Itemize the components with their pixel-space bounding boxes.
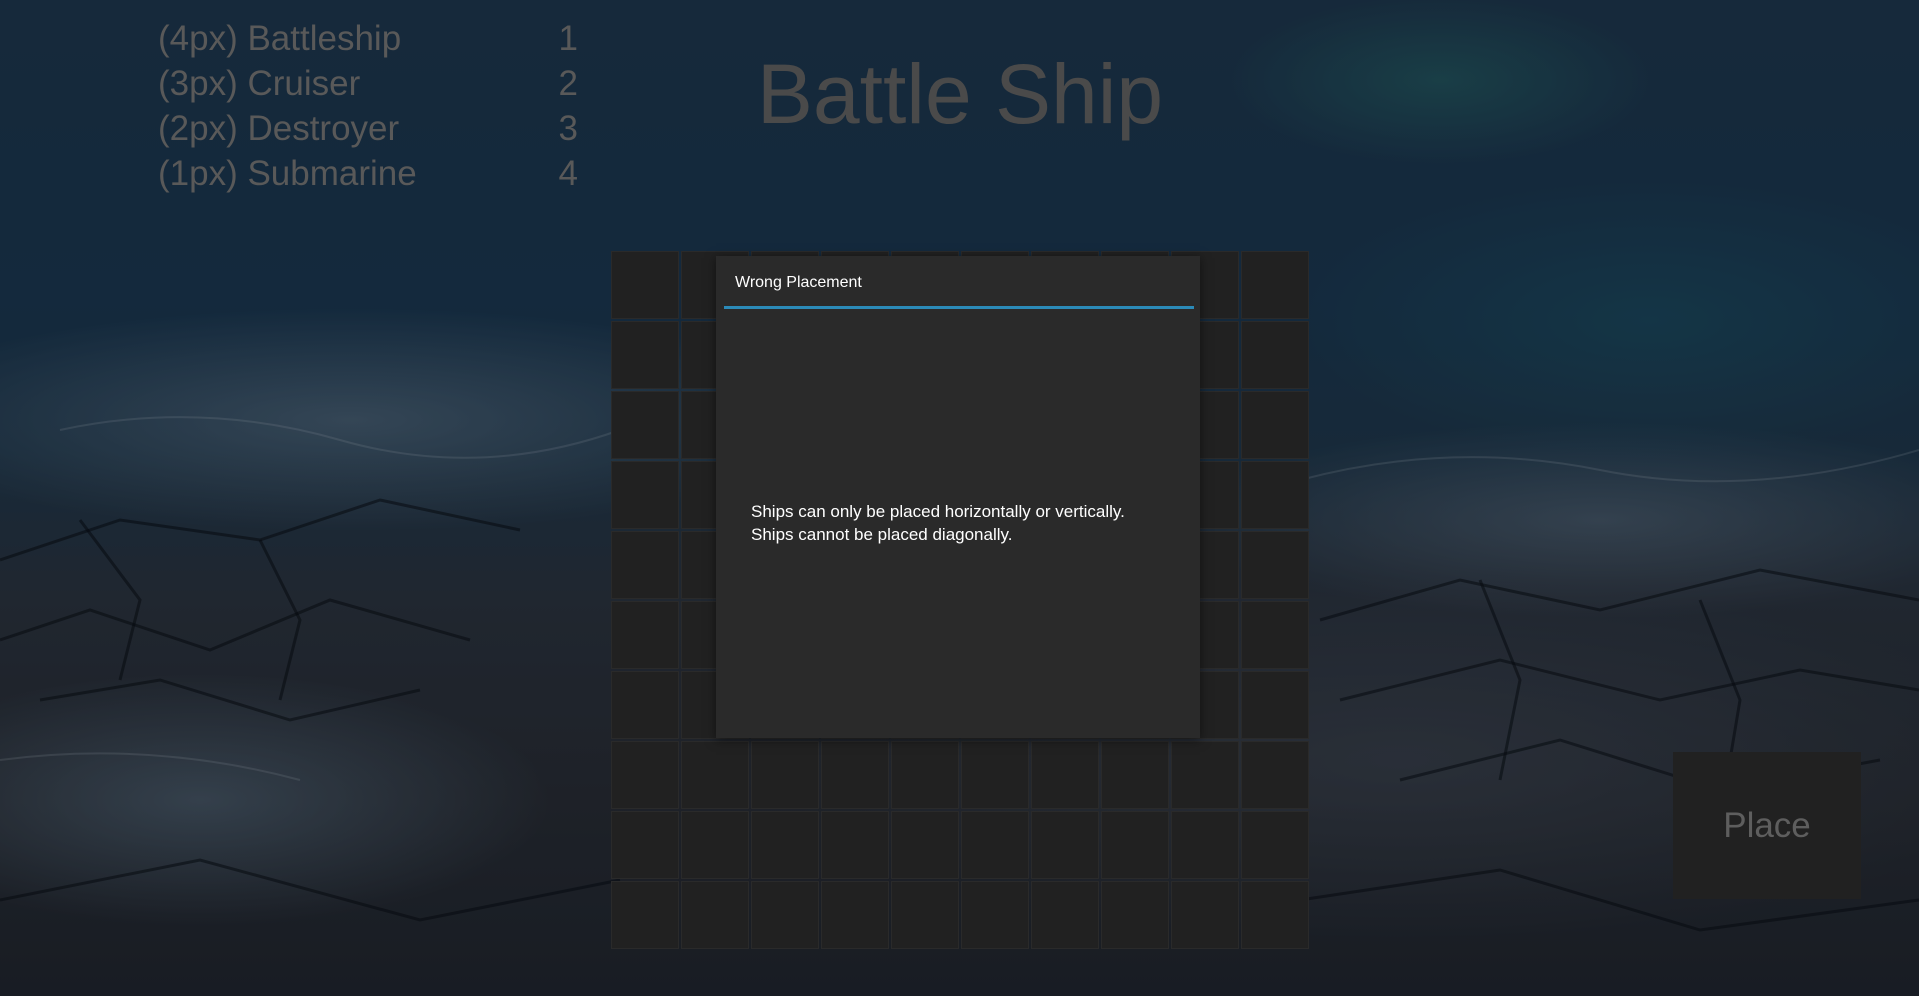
- board-cell[interactable]: [1031, 741, 1099, 809]
- board-cell[interactable]: [1241, 461, 1309, 529]
- board-cell[interactable]: [1241, 321, 1309, 389]
- board-cell[interactable]: [681, 881, 749, 949]
- place-button[interactable]: Place: [1673, 752, 1861, 899]
- board-cell[interactable]: [1101, 881, 1169, 949]
- ship-legend: (4px) Battleship 1 (3px) Cruiser 2 (2px)…: [158, 16, 578, 196]
- wrong-placement-dialog: Wrong Placement Ships can only be placed…: [716, 256, 1200, 738]
- board-cell[interactable]: [681, 741, 749, 809]
- ship-label: (3px) Cruiser: [158, 64, 361, 103]
- board-cell[interactable]: [611, 881, 679, 949]
- ship-count: 3: [558, 109, 578, 148]
- dialog-message-line: Ships cannot be placed diagonally.: [751, 525, 1013, 544]
- board-cell[interactable]: [821, 811, 889, 879]
- board-cell[interactable]: [961, 811, 1029, 879]
- board-cell[interactable]: [611, 251, 679, 319]
- game-title: Battle Ship: [756, 47, 1164, 141]
- board-cell[interactable]: [961, 881, 1029, 949]
- legend-row-destroyer: (2px) Destroyer 3: [158, 106, 578, 151]
- board-cell[interactable]: [891, 741, 959, 809]
- board-cell[interactable]: [1241, 601, 1309, 669]
- board-cell[interactable]: [751, 811, 819, 879]
- dialog-message-line: Ships can only be placed horizontally or…: [751, 502, 1125, 521]
- board-cell[interactable]: [611, 461, 679, 529]
- board-cell[interactable]: [821, 741, 889, 809]
- board-cell[interactable]: [1241, 391, 1309, 459]
- board-cell[interactable]: [1241, 671, 1309, 739]
- legend-row-submarine: (1px) Submarine 4: [158, 151, 578, 196]
- dialog-message: Ships can only be placed horizontally or…: [751, 500, 1191, 546]
- board-cell[interactable]: [1241, 251, 1309, 319]
- board-cell[interactable]: [1241, 531, 1309, 599]
- board-cell[interactable]: [1171, 881, 1239, 949]
- board-cell[interactable]: [681, 811, 749, 879]
- board-cell[interactable]: [961, 741, 1029, 809]
- board-cell[interactable]: [611, 531, 679, 599]
- board-cell[interactable]: [1241, 811, 1309, 879]
- dialog-title-separator: [724, 306, 1194, 309]
- dialog-title: Wrong Placement: [735, 274, 862, 291]
- board-cell[interactable]: [611, 741, 679, 809]
- board-cell[interactable]: [1171, 741, 1239, 809]
- board-cell[interactable]: [611, 321, 679, 389]
- board-cell[interactable]: [1241, 881, 1309, 949]
- board-cell[interactable]: [1101, 811, 1169, 879]
- game-screen: (4px) Battleship 1 (3px) Cruiser 2 (2px)…: [0, 0, 1919, 996]
- ship-count: 2: [558, 64, 578, 103]
- ship-count: 4: [558, 154, 578, 193]
- board-cell[interactable]: [751, 881, 819, 949]
- board-cell[interactable]: [1241, 741, 1309, 809]
- board-cell[interactable]: [611, 811, 679, 879]
- legend-row-cruiser: (3px) Cruiser 2: [158, 61, 578, 106]
- board-cell[interactable]: [751, 741, 819, 809]
- ship-label: (4px) Battleship: [158, 19, 402, 58]
- board-cell[interactable]: [821, 881, 889, 949]
- board-cell[interactable]: [891, 811, 959, 879]
- board-cell[interactable]: [1031, 811, 1099, 879]
- ship-label: (1px) Submarine: [158, 154, 417, 193]
- ship-label: (2px) Destroyer: [158, 109, 400, 148]
- board-cell[interactable]: [1171, 811, 1239, 879]
- board-cell[interactable]: [611, 601, 679, 669]
- board-cell[interactable]: [1101, 741, 1169, 809]
- board-cell[interactable]: [611, 391, 679, 459]
- ship-count: 1: [558, 19, 578, 58]
- board-cell[interactable]: [611, 671, 679, 739]
- board-cell[interactable]: [891, 881, 959, 949]
- board-cell[interactable]: [1031, 881, 1099, 949]
- legend-row-battleship: (4px) Battleship 1: [158, 16, 578, 61]
